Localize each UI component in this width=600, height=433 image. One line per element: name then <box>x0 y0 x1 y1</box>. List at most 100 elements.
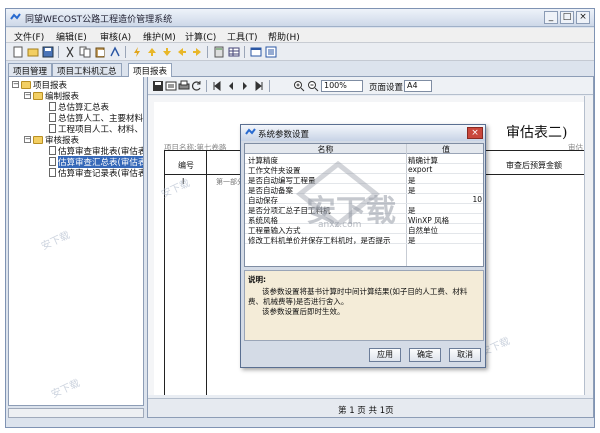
export-icon[interactable] <box>165 80 177 92</box>
tab-project-reports[interactable]: 项目报表 <box>128 63 173 77</box>
toolbar-separator <box>125 46 126 58</box>
close-button[interactable]: × <box>576 11 590 24</box>
document-icon <box>49 168 56 177</box>
document-icon <box>49 102 56 111</box>
menu-file[interactable]: 文件(F) <box>14 30 44 43</box>
tree-item-selected[interactable]: 估算审查汇总表(审估表 <box>49 155 143 168</box>
tree-item[interactable]: 估算审查审批表(审估表 <box>49 145 143 157</box>
report-tree-panel: − 项目报表 − 编制报表 总估算汇总表 总估算人工、主要材料 工程项目人工、材… <box>8 76 144 406</box>
zoom-select[interactable]: 100% <box>321 80 363 92</box>
app-logo-icon <box>10 13 21 20</box>
table-icon[interactable] <box>228 46 240 58</box>
tab-project-materials-summary[interactable]: 项目工料机汇总 <box>52 63 122 77</box>
collapse-icon[interactable]: − <box>12 81 19 88</box>
open-folder-icon[interactable] <box>27 46 39 58</box>
tree-group-compile[interactable]: − 编制报表 <box>24 90 79 102</box>
tree-root[interactable]: − 项目报表 <box>12 79 67 91</box>
tab-project-management[interactable]: 项目管理 <box>8 63 53 77</box>
collapse-icon[interactable]: − <box>24 136 31 143</box>
toolbar-separator <box>244 46 245 58</box>
main-toolbar <box>6 43 594 61</box>
arrow-up-icon[interactable] <box>146 46 158 58</box>
collapse-icon[interactable]: − <box>24 92 31 99</box>
menu-calculate[interactable]: 计算(C) <box>185 30 216 43</box>
settings-description: 说明: 该参数设置将基书计算时中间计算结果(如子目的人工费、材料费、机械费等)是… <box>244 270 484 341</box>
window-icon[interactable] <box>250 46 262 58</box>
tree-group-audit[interactable]: − 审核报表 <box>24 134 79 146</box>
window-title: 同望WECOST公路工程造价管理系统 <box>25 15 173 25</box>
save-icon[interactable] <box>42 46 54 58</box>
menu-maintain[interactable]: 维护(M) <box>143 30 176 43</box>
lightning-icon[interactable] <box>131 46 143 58</box>
description-body: 该参数设置将基书计算时中间计算结果(如子目的人工费、材料费、机械费等)是否进行舍… <box>248 287 468 306</box>
copy-icon[interactable] <box>79 46 91 58</box>
tree-item[interactable]: 总估算人工、主要材料 <box>49 112 143 124</box>
settings-row[interactable]: 修改工料机单价并保存工料机时，是否提示是 <box>245 235 483 245</box>
description-title: 说明: <box>248 275 266 284</box>
app-logo-icon <box>245 128 256 135</box>
calculator-icon[interactable] <box>213 46 225 58</box>
refresh-icon[interactable] <box>191 80 203 92</box>
tree-horizontal-scrollbar[interactable] <box>8 408 144 418</box>
col-header-no: 编号 <box>178 161 194 170</box>
toolbar-separator <box>207 46 208 58</box>
menu-edit[interactable]: 编辑(E) <box>56 30 87 43</box>
cancel-button[interactable]: 取消 <box>449 348 481 362</box>
tree-item[interactable]: 估算审查记录表(审估表 <box>49 167 143 179</box>
toolbar-separator <box>269 80 270 92</box>
next-page-icon[interactable] <box>239 80 251 92</box>
folder-icon <box>33 91 43 100</box>
arrow-left-icon[interactable] <box>176 46 188 58</box>
document-icon <box>49 124 56 133</box>
main-tabs: 项目管理 项目工料机汇总 项目报表 <box>8 63 594 77</box>
table-divider <box>206 150 207 395</box>
arrow-right-icon[interactable] <box>191 46 203 58</box>
watermark-logo-url: anxz.com <box>318 220 362 230</box>
dialog-title-bar: 系统参数设置 × <box>241 125 485 141</box>
preview-vertical-scrollbar[interactable] <box>584 96 593 395</box>
new-file-icon[interactable] <box>12 46 24 58</box>
zoom-out-icon[interactable] <box>307 80 319 92</box>
first-page-icon[interactable] <box>211 80 223 92</box>
folder-icon <box>21 80 31 89</box>
description-note: 该参数设置后即时生效。 <box>262 307 345 316</box>
last-page-icon[interactable] <box>253 80 265 92</box>
menu-help[interactable]: 帮助(H) <box>268 30 300 43</box>
menu-audit[interactable]: 审核(A) <box>100 30 131 43</box>
col-header-value: 值 <box>407 144 483 154</box>
save-icon[interactable] <box>152 80 164 92</box>
tree-item[interactable]: 工程项目人工、材料、 <box>49 123 143 135</box>
title-bar: 同望WECOST公路工程造价管理系统 _ □ × <box>6 9 594 27</box>
print-icon[interactable] <box>178 80 190 92</box>
ok-button[interactable]: 确定 <box>409 348 441 362</box>
menu-tools[interactable]: 工具(T) <box>227 30 258 43</box>
paper-size-select[interactable]: A4 <box>404 80 432 92</box>
page-info: 第 1 页 共 1页 <box>338 406 394 416</box>
maximize-button[interactable]: □ <box>560 11 574 24</box>
report-toolbar: 100% 页面设置 A4 <box>148 77 593 95</box>
report-icon[interactable] <box>265 46 277 58</box>
minimize-button[interactable]: _ <box>544 11 558 24</box>
arrow-down-icon[interactable] <box>161 46 173 58</box>
dialog-close-button[interactable]: × <box>467 127 483 139</box>
dialog-title: 系统参数设置 <box>258 130 310 140</box>
format-icon[interactable] <box>109 46 121 58</box>
tree-item[interactable]: 总估算汇总表 <box>49 101 109 113</box>
folder-icon <box>33 135 43 144</box>
document-icon <box>49 113 56 122</box>
toolbar-separator <box>206 80 207 92</box>
cut-icon[interactable] <box>64 46 76 58</box>
paste-icon[interactable] <box>94 46 106 58</box>
status-bar: 第 1 页 共 1页 <box>148 398 593 417</box>
apply-button[interactable]: 应用 <box>369 348 401 362</box>
toolbar-separator <box>58 46 59 58</box>
document-icon <box>49 146 56 155</box>
report-title: 审估表二) <box>506 125 568 141</box>
page-setup-label[interactable]: 页面设置 <box>369 81 403 93</box>
prev-page-icon[interactable] <box>225 80 237 92</box>
col-header-amount: 审查后预算金额 <box>506 161 562 170</box>
menu-bar: 文件(F) 编辑(E) 审核(A) 维护(M) 计算(C) 工具(T) 帮助(H… <box>6 28 594 43</box>
zoom-in-icon[interactable] <box>293 80 305 92</box>
col-header-name: 名称 <box>245 144 406 154</box>
document-icon <box>49 157 56 166</box>
